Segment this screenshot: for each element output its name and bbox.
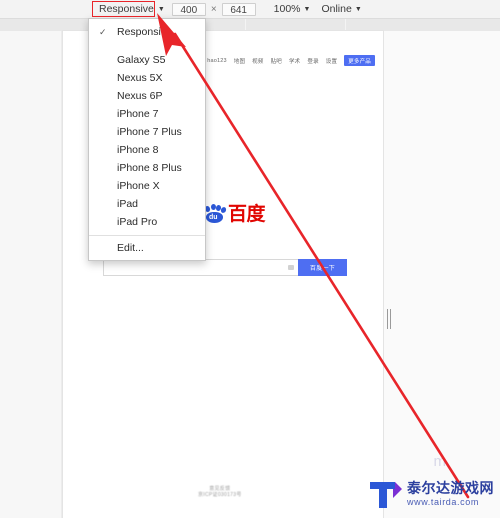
menu-item-galaxy-s5[interactable]: Galaxy S5 [89, 51, 205, 69]
site-watermark: 泰尔达游戏网 www.tairda.com [369, 478, 494, 510]
network-throttle-dropdown[interactable]: Online ▼ [321, 3, 361, 15]
menu-item-label: Edit... [117, 242, 144, 254]
nav-link-xueshu[interactable]: 学术 [289, 57, 300, 65]
stage-left-gutter [0, 31, 62, 518]
dimension-separator: × [210, 3, 217, 15]
tab-strip-segment [245, 19, 346, 31]
menu-item-iphone-8-plus[interactable]: iPhone 8 Plus [89, 159, 205, 177]
nav-link-hao123[interactable]: hao123 [207, 58, 227, 64]
menu-item-nexus-6p[interactable]: Nexus 6P [89, 87, 205, 105]
device-emulation-stage: 新闻 hao123 地图 视频 贴吧 学术 登录 设置 更多产品 du 百度 [0, 31, 500, 518]
nav-link-video[interactable]: 视频 [252, 57, 263, 65]
menu-item-label: iPhone 8 [117, 144, 159, 156]
check-icon: ✓ [99, 26, 107, 37]
network-throttle-label: Online [321, 3, 352, 15]
tab-strip-segment [201, 19, 246, 31]
menu-item-label: iPhone X [117, 180, 160, 192]
menu-item-nexus-5x[interactable]: Nexus 5X [89, 69, 205, 87]
nav-link-map[interactable]: 地图 [234, 57, 245, 65]
page-footer: 意见反馈 京ICP证030173号 [198, 486, 242, 498]
menu-item-responsive[interactable]: ✓ Responsive [89, 23, 205, 41]
viewport-resize-handle[interactable] [385, 307, 392, 331]
menu-item-iphone-8[interactable]: iPhone 8 [89, 141, 205, 159]
watermark-text: 泰尔达游戏网 www.tairda.com [407, 481, 494, 507]
nav-more-products-button[interactable]: 更多产品 [344, 55, 375, 66]
menu-item-label: Nexus 5X [117, 72, 163, 84]
chevron-down-icon: ▼ [354, 5, 362, 13]
watermark-url: www.tairda.com [407, 497, 479, 507]
menu-gap [89, 41, 205, 51]
menu-item-label: Responsive [117, 26, 172, 38]
viewport-width-input[interactable]: 400 [171, 2, 206, 16]
device-preset-label: Responsive [99, 3, 154, 15]
baidu-logo-mark: du [209, 213, 218, 221]
camera-icon[interactable] [288, 265, 294, 270]
menu-item-label: iPad [117, 198, 139, 210]
search-row: 百度一下 [103, 259, 347, 276]
search-button[interactable]: 百度一下 [298, 259, 347, 276]
page-top-nav: 新闻 hao123 地图 视频 贴吧 学术 登录 设置 更多产品 [189, 55, 375, 66]
panel-tab-strip [0, 19, 500, 31]
viewport-height-input[interactable]: 641 [221, 2, 256, 16]
menu-item-label: iPad Pro [117, 216, 158, 228]
menu-item-label: iPhone 7 Plus [117, 126, 182, 138]
tairda-logo-icon [370, 482, 402, 508]
menu-item-label: Galaxy S5 [117, 54, 166, 66]
zoom-label: 100% [273, 3, 301, 15]
device-preset-menu[interactable]: ✓ Responsive Galaxy S5 Nexus 5X Nexus 6P… [88, 18, 206, 261]
nav-link-tieba[interactable]: 贴吧 [271, 57, 282, 65]
chevron-down-icon: ▼ [303, 5, 311, 13]
menu-separator [89, 235, 205, 236]
search-input[interactable] [103, 259, 298, 276]
nav-link-login[interactable]: 登录 [307, 57, 318, 65]
chevron-down-icon: ▼ [157, 5, 165, 13]
device-preset-dropdown[interactable]: Responsive ▼ [96, 2, 168, 16]
nav-link-settings[interactable]: 设置 [326, 57, 337, 65]
watermark-title: 泰尔达游戏网 [407, 480, 494, 496]
menu-item-iphone-7-plus[interactable]: iPhone 7 Plus [89, 123, 205, 141]
baidu-logo: du 百度 [204, 203, 266, 225]
menu-item-ipad[interactable]: iPad [89, 195, 205, 213]
menu-item-label: Nexus 6P [117, 90, 163, 102]
baidu-paw-icon: du [204, 203, 228, 224]
menu-item-label: iPhone 7 [117, 108, 159, 120]
menu-item-label: iPhone 8 Plus [117, 162, 182, 174]
device-toolbar: Responsive ▼ 400 × 641 100% ▼ Online ▼ [0, 0, 500, 19]
tab-strip-segment [345, 19, 500, 31]
zoom-dropdown[interactable]: 100% ▼ [274, 3, 311, 15]
menu-item-iphone-7[interactable]: iPhone 7 [89, 105, 205, 123]
menu-item-ipad-pro[interactable]: iPad Pro [89, 213, 205, 231]
baidu-logo-text: 百度 [228, 203, 266, 225]
ghost-mark: m [433, 453, 447, 470]
menu-item-edit[interactable]: Edit... [89, 239, 205, 257]
footer-icp-text: 京ICP证030173号 [198, 492, 242, 498]
menu-item-iphone-x[interactable]: iPhone X [89, 177, 205, 195]
